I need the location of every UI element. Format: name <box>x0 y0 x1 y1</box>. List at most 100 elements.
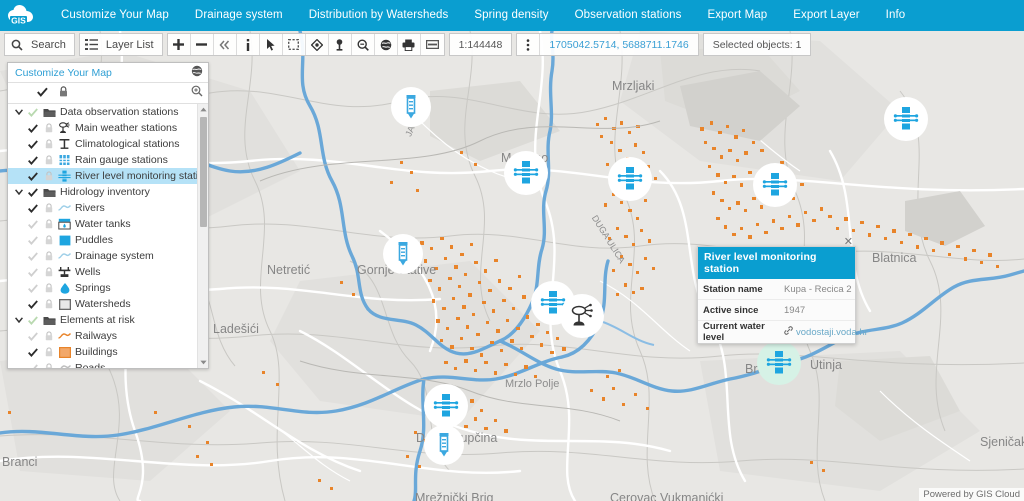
layer-lock-icon[interactable] <box>41 251 56 261</box>
chevron-down-icon[interactable] <box>12 189 25 195</box>
legend-icon[interactable] <box>421 34 444 55</box>
layer-rain-gauge-stations[interactable]: Rain gauge stations <box>8 152 197 168</box>
layer-list-scrollbar[interactable] <box>197 104 208 368</box>
layer-visibility-checkbox[interactable] <box>25 300 41 309</box>
map-marker-rain-gauge-1[interactable] <box>391 87 431 127</box>
layer-buildings[interactable]: Buildings <box>8 344 197 360</box>
layer-lock-icon[interactable] <box>41 139 56 149</box>
water-level-link[interactable]: vodostaji.voda.hr <box>796 327 868 338</box>
layer-visibility-checkbox[interactable] <box>25 284 41 293</box>
dashed-rectangle-icon[interactable] <box>283 34 306 55</box>
layer-roads[interactable]: Roads <box>8 360 197 368</box>
layer-lock-icon[interactable] <box>41 267 56 277</box>
layer-visibility-checkbox[interactable] <box>25 364 41 369</box>
search-input[interactable]: Search <box>28 39 74 51</box>
layer-watersheds[interactable]: Watersheds <box>8 296 197 312</box>
chevron-down-icon[interactable] <box>12 317 25 323</box>
nav-export-layer[interactable]: Export Layer <box>780 0 872 31</box>
map-marker-rain-gauge-2[interactable] <box>383 234 423 274</box>
layer-group-elements-at-risk[interactable]: Elements at risk <box>8 312 197 328</box>
layer-visibility-checkbox[interactable] <box>25 332 41 341</box>
layer-lock-icon[interactable] <box>41 219 56 229</box>
lock-all-icon[interactable] <box>59 84 68 102</box>
layer-visibility-checkbox[interactable] <box>25 108 41 117</box>
layer-group-data-observation-stations[interactable]: Data observation stations <box>8 104 197 120</box>
chevron-down-icon[interactable] <box>12 109 25 115</box>
close-icon[interactable]: ✕ <box>844 237 853 247</box>
layer-visibility-checkbox[interactable] <box>25 252 41 261</box>
map-marker-river-level-6[interactable] <box>424 384 468 428</box>
map-marker-river-level-2[interactable] <box>608 157 652 201</box>
layer-lock-icon[interactable] <box>41 203 56 213</box>
layer-water-tanks[interactable]: Water tanks <box>8 216 197 232</box>
nav-distribution-by-watersheds[interactable]: Distribution by Watersheds <box>296 0 462 31</box>
coordinate-options-icon[interactable] <box>517 34 540 55</box>
layer-main-weather-stations[interactable]: Main weather stations <box>8 120 197 136</box>
layer-list-icon[interactable] <box>80 34 103 55</box>
layer-lock-icon[interactable] <box>41 155 56 165</box>
layer-visibility-checkbox[interactable] <box>25 204 41 213</box>
layer-rivers[interactable]: Rivers <box>8 200 197 216</box>
layer-drainage-system[interactable]: Drainage system <box>8 248 197 264</box>
gis-cloud-logo[interactable]: GIS <box>0 0 48 31</box>
layer-visibility-checkbox[interactable] <box>25 220 41 229</box>
printer-icon[interactable] <box>398 34 421 55</box>
layer-lock-icon[interactable] <box>41 331 56 341</box>
layer-visibility-checkbox[interactable] <box>25 316 41 325</box>
layer-visibility-checkbox[interactable] <box>25 188 41 197</box>
nav-customize-your-map[interactable]: Customize Your Map <box>48 0 182 31</box>
layer-visibility-checkbox[interactable] <box>25 156 41 165</box>
cursor-arrow-icon[interactable] <box>260 34 283 55</box>
map-pin-icon[interactable] <box>329 34 352 55</box>
globe-icon[interactable] <box>375 34 398 55</box>
map-marker-river-level-1[interactable] <box>504 151 548 195</box>
scroll-up-arrow[interactable] <box>198 104 208 115</box>
nav-observation-stations[interactable]: Observation stations <box>562 0 695 31</box>
layer-lock-icon[interactable] <box>41 171 56 181</box>
scroll-down-arrow[interactable] <box>198 357 208 368</box>
nav-spring-density[interactable]: Spring density <box>461 0 561 31</box>
layer-visibility-checkbox[interactable] <box>25 124 41 133</box>
layer-visibility-checkbox[interactable] <box>25 140 41 149</box>
layer-group-hidrology-inventory[interactable]: Hidrology inventory <box>8 184 197 200</box>
layer-tree[interactable]: Data observation stationsMain weather st… <box>8 104 208 368</box>
nav-export-map[interactable]: Export Map <box>694 0 780 31</box>
layer-climatological-stations[interactable]: Climatological stations <box>8 136 197 152</box>
layer-lock-icon[interactable] <box>41 283 56 293</box>
zoom-in-button[interactable] <box>168 34 191 55</box>
toggle-all-check-icon[interactable] <box>37 84 48 102</box>
scrollbar-thumb[interactable] <box>200 117 207 227</box>
layer-lock-icon[interactable] <box>41 363 56 368</box>
nav-info[interactable]: Info <box>873 0 919 31</box>
layer-visibility-checkbox[interactable] <box>25 348 41 357</box>
zoom-previous-button[interactable] <box>214 34 237 55</box>
layer-lock-icon[interactable] <box>41 347 56 357</box>
map-marker-river-level-5[interactable] <box>757 341 801 385</box>
map-marker-rain-gauge-3[interactable] <box>424 425 464 465</box>
nav-drainage-system[interactable]: Drainage system <box>182 0 296 31</box>
magnifier-icon[interactable] <box>352 34 375 55</box>
layer-railways[interactable]: Railways <box>8 328 197 344</box>
layer-puddles[interactable]: Puddles <box>8 232 197 248</box>
search-icon[interactable] <box>5 34 28 55</box>
zoom-out-button[interactable] <box>191 34 214 55</box>
layer-lock-icon[interactable] <box>41 123 56 133</box>
layer-lock-icon[interactable] <box>41 299 56 309</box>
layer-river-level-monitoring-station[interactable]: River level monitoring station <box>8 168 197 184</box>
basemap-globe-icon[interactable] <box>191 64 203 82</box>
layer-list-button[interactable]: Layer List <box>103 39 162 51</box>
map-marker-river-level-3[interactable] <box>753 163 797 207</box>
layer-visibility-checkbox[interactable] <box>25 236 41 245</box>
info-icon[interactable] <box>237 34 260 55</box>
map-marker-river-level-4[interactable] <box>884 97 928 141</box>
layer-springs[interactable]: Springs <box>8 280 197 296</box>
map-marker-weather-station-1[interactable] <box>560 294 604 338</box>
map-coordinates[interactable]: 1705042.5714, 5688711.1746 <box>540 39 697 51</box>
diamond-icon[interactable] <box>306 34 329 55</box>
layer-lock-icon[interactable] <box>41 235 56 245</box>
layer-visibility-checkbox[interactable] <box>25 268 41 277</box>
layer-visibility-checkbox[interactable] <box>25 172 41 181</box>
zoom-to-layer-icon[interactable] <box>191 84 203 102</box>
layer-wells[interactable]: Wells <box>8 264 197 280</box>
map-scale[interactable]: 1:144448 <box>450 39 512 51</box>
